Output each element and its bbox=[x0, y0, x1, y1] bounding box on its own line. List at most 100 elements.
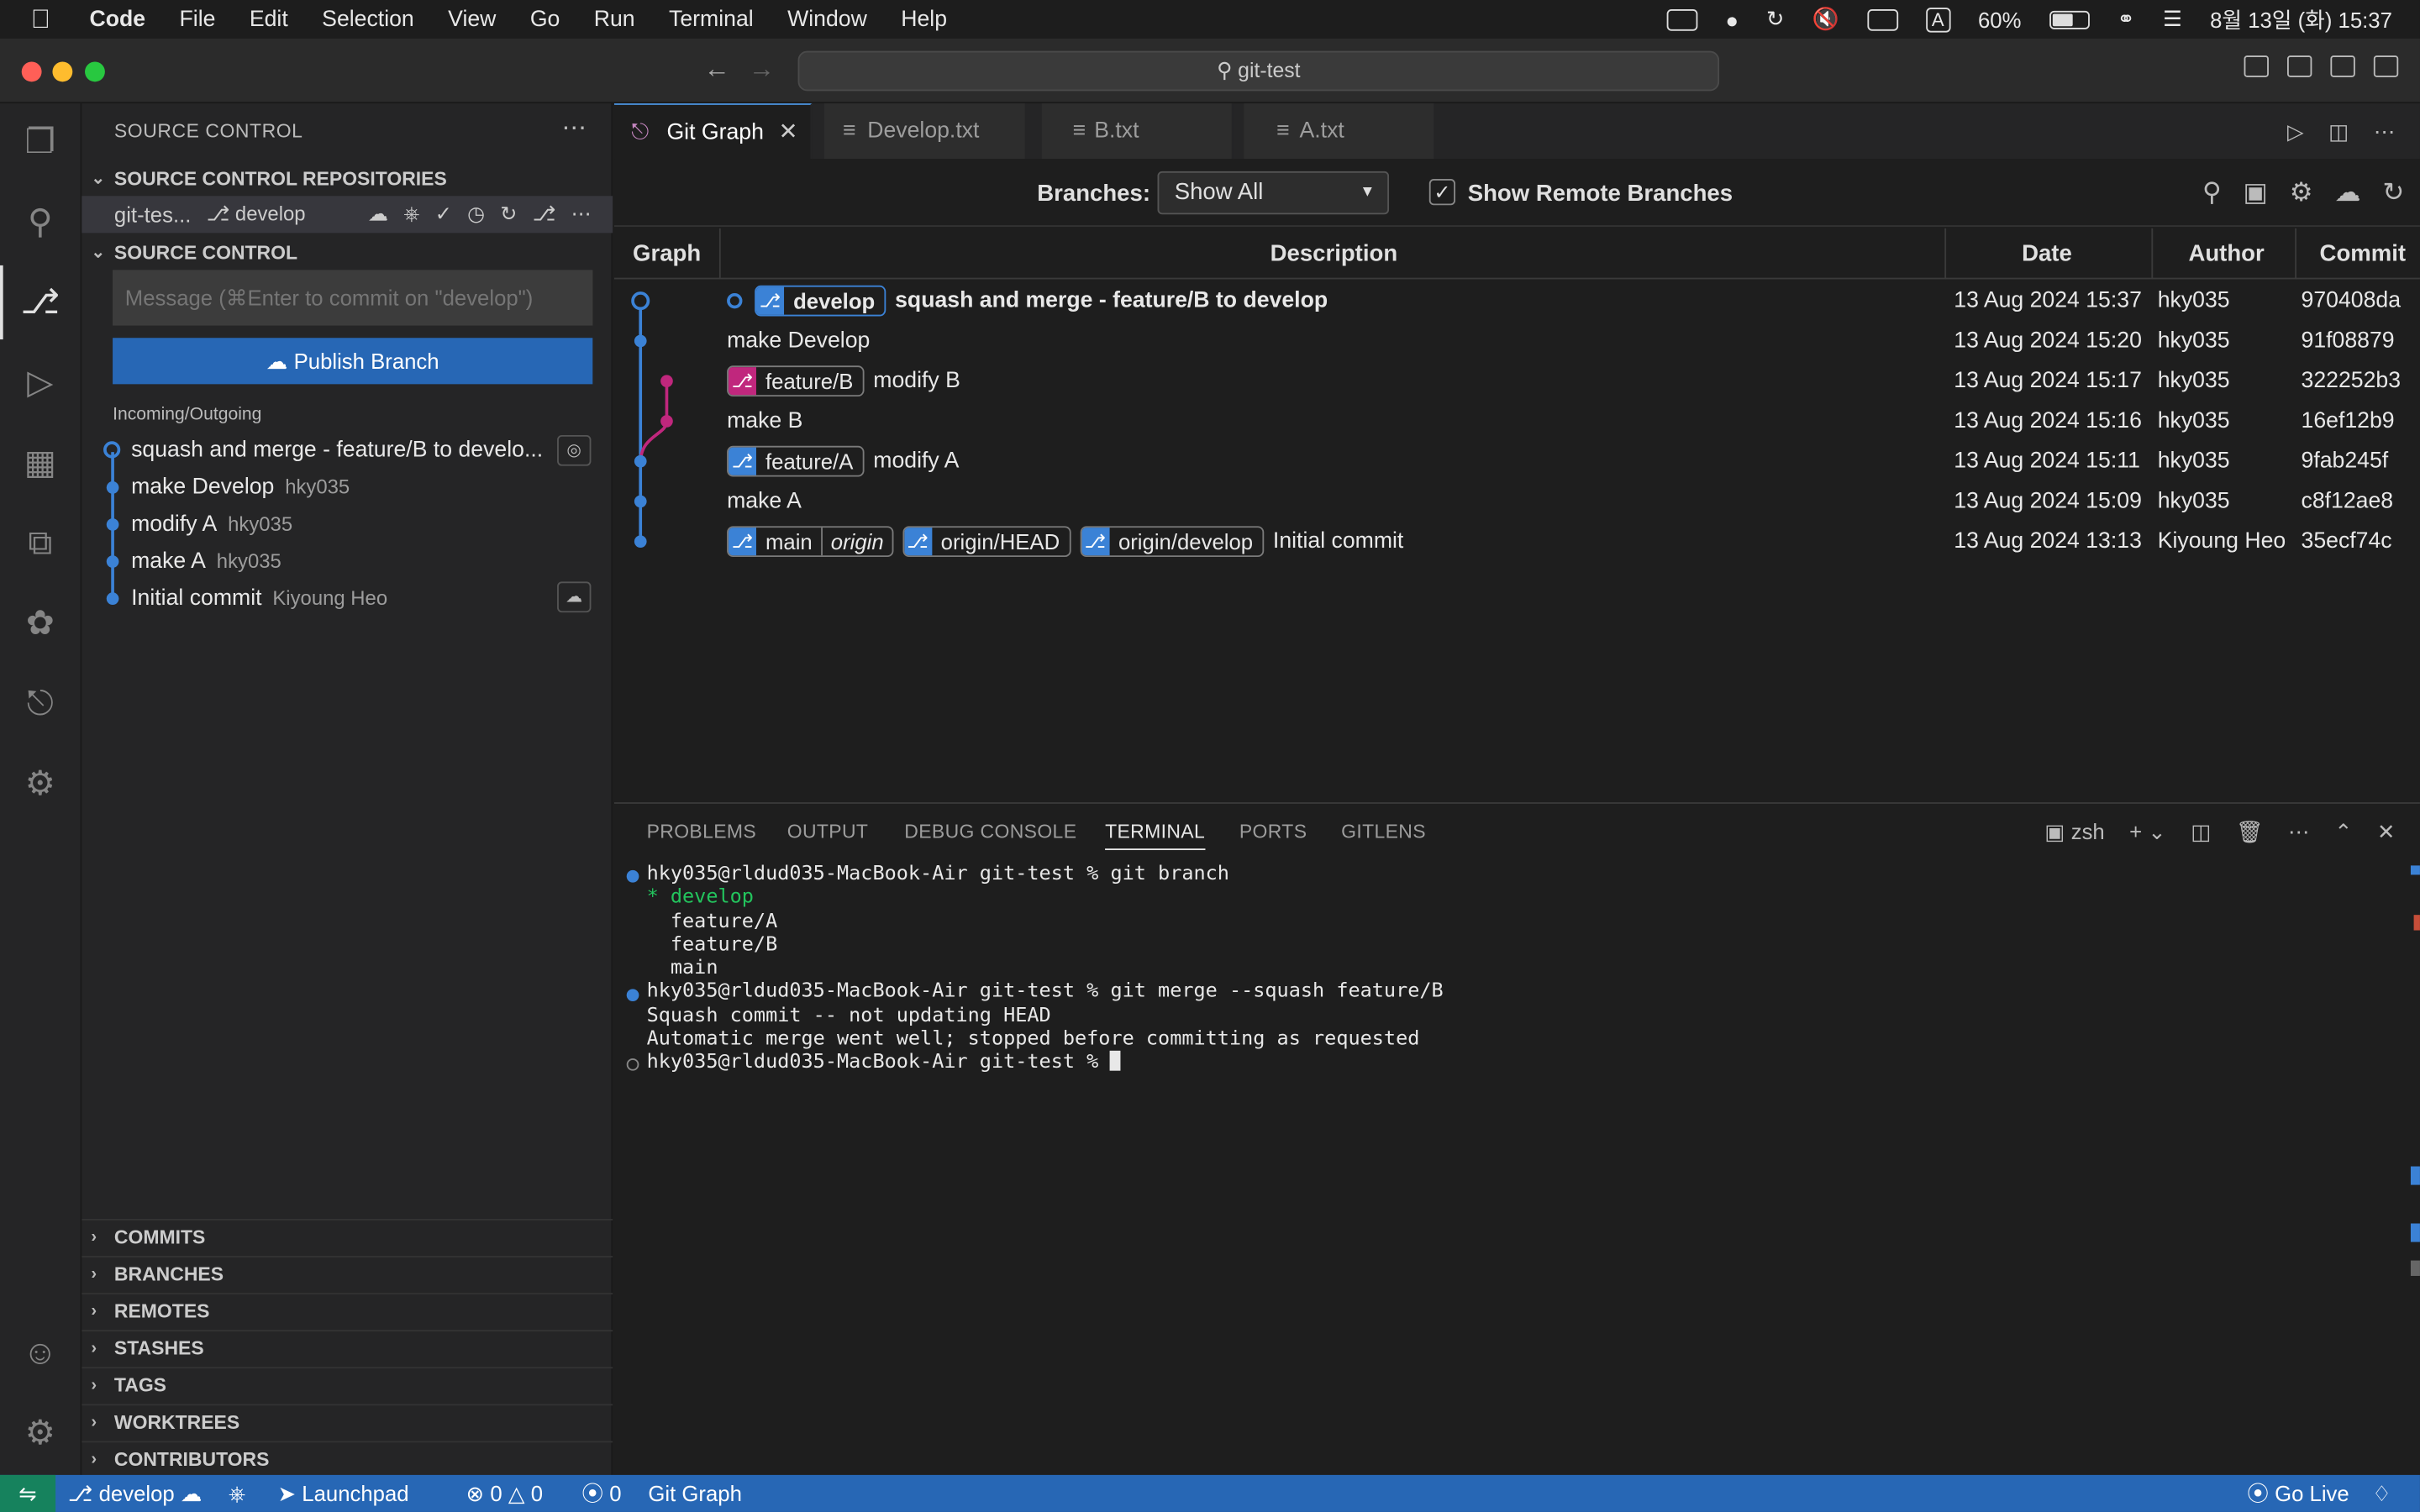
graph-status-icon[interactable]: ⎈ bbox=[229, 1475, 246, 1512]
run-icon[interactable]: ▷ bbox=[2287, 118, 2304, 144]
tab-a[interactable]: ≡ A.txt bbox=[1244, 103, 1436, 160]
tab-terminal[interactable]: TERMINAL bbox=[1105, 821, 1206, 851]
more-actions-icon[interactable]: ⋯ bbox=[562, 113, 587, 144]
column-divider[interactable] bbox=[718, 228, 721, 280]
close-icon[interactable]: ✕ bbox=[778, 105, 797, 160]
status-problems[interactable]: ⊗ 0 △ 0 bbox=[466, 1475, 543, 1512]
terminal-output[interactable]: hky035@rldud035-MacBook-Air git-test % g… bbox=[647, 863, 1444, 1075]
explorer-icon[interactable]: ❐ bbox=[20, 122, 60, 162]
photos-icon[interactable] bbox=[1666, 8, 1698, 30]
col-description[interactable]: Description bbox=[1270, 241, 1398, 267]
publish-branch-button[interactable]: ☁ Publish Branch bbox=[113, 338, 593, 385]
tab-debug-console[interactable]: DEBUG CONSOLE bbox=[904, 821, 1076, 843]
back-arrow-icon[interactable]: ← bbox=[704, 54, 730, 85]
gitlens-icon[interactable]: ⚙ bbox=[20, 764, 60, 804]
menu-app[interactable]: Code bbox=[90, 7, 146, 31]
sc-section-header[interactable]: ⌄ SOURCE CONTROL bbox=[82, 236, 613, 270]
tags-section[interactable]: › TAGS bbox=[82, 1367, 613, 1400]
apple-icon[interactable]:  bbox=[31, 4, 59, 35]
refresh-icon[interactable]: ↻ bbox=[2382, 177, 2404, 208]
branch-ref-origin-develop[interactable]: ⎇ origin/develop bbox=[1080, 526, 1264, 558]
status-branch[interactable]: ⎇ develop ☁ bbox=[68, 1475, 203, 1512]
history-item[interactable]: make Develop hky035 bbox=[82, 469, 613, 506]
commit-row[interactable]: ⎇ main origin ⎇ origin/HEAD ⎇ origin/develop… bbox=[614, 522, 2420, 562]
git-graph-icon[interactable]: ⎋ bbox=[20, 684, 60, 724]
col-graph[interactable]: Graph bbox=[633, 241, 701, 267]
settings-gear-icon[interactable]: ⚙ bbox=[2290, 177, 2313, 208]
col-author[interactable]: Author bbox=[2188, 241, 2264, 267]
graph-icon[interactable]: ⎈ bbox=[403, 202, 419, 227]
commits-section[interactable]: › COMMITS bbox=[82, 1218, 613, 1252]
toggle-sidebar-icon[interactable] bbox=[2244, 55, 2269, 77]
tab-ports[interactable]: PORTS bbox=[1239, 821, 1307, 843]
repo-row[interactable]: git-tes... ⎇ develop ☁ ⎈ ✓ ◷ ↻ ⎇ ⋯ bbox=[82, 196, 613, 234]
customize-layout-icon[interactable] bbox=[2373, 55, 2399, 77]
column-divider[interactable] bbox=[2295, 228, 2297, 280]
commit-row[interactable]: make A 13 Aug 2024 15:09 hky035 c8f12ae8 bbox=[614, 481, 2420, 522]
commit-row[interactable]: ⎇ feature/A modify A 13 Aug 2024 15:11 hk… bbox=[614, 441, 2420, 481]
branch-ref-main[interactable]: ⎇ main origin bbox=[727, 526, 893, 558]
commit-row[interactable]: ⎇ feature/B modify B 13 Aug 2024 15:17 hk… bbox=[614, 361, 2420, 402]
menu-file[interactable]: File bbox=[180, 7, 216, 31]
zoom-window-button[interactable] bbox=[85, 61, 105, 82]
status-launchpad[interactable]: ➤ Launchpad bbox=[278, 1475, 409, 1512]
maximize-panel-icon[interactable]: ⌃ bbox=[2334, 819, 2353, 845]
contributors-section[interactable]: › CONTRIBUTORS bbox=[82, 1441, 613, 1474]
column-divider[interactable] bbox=[1944, 228, 1947, 280]
extensions-icon[interactable]: ▦ bbox=[20, 443, 60, 483]
scrollbar-thumb[interactable] bbox=[2410, 1260, 2420, 1276]
show-remote-label[interactable]: Show Remote Branches bbox=[1468, 181, 1733, 207]
split-terminal-icon[interactable]: ◫ bbox=[2191, 819, 2211, 845]
figma-icon[interactable]: ✿ bbox=[20, 603, 60, 643]
commit-message-input[interactable] bbox=[113, 270, 593, 326]
refresh-icon[interactable]: ↻ bbox=[500, 202, 517, 227]
commit-check-icon[interactable]: ✓ bbox=[435, 202, 452, 227]
cloud-icon[interactable]: ☁ bbox=[557, 581, 592, 613]
branch-ref-feature-b[interactable]: ⎇ feature/B bbox=[727, 365, 865, 397]
command-center[interactable]: ⚲ git-test bbox=[797, 50, 1720, 92]
sync-icon[interactable]: ↻ bbox=[1766, 6, 1785, 32]
menu-terminal[interactable]: Terminal bbox=[669, 7, 754, 31]
cloud-upload-icon[interactable]: ☁ bbox=[368, 202, 388, 227]
terminal-shell[interactable]: ▣ zsh bbox=[2044, 819, 2104, 845]
close-window-button[interactable] bbox=[21, 61, 42, 82]
menu-help[interactable]: Help bbox=[901, 7, 947, 31]
control-center-icon[interactable]: ☰ bbox=[2163, 6, 2182, 32]
history-item[interactable]: Initial commit Kiyoung Heo bbox=[82, 580, 613, 617]
new-terminal-icon[interactable]: + ⌄ bbox=[2129, 819, 2166, 845]
status-ports[interactable]: ⦿ 0 bbox=[581, 1475, 621, 1512]
branches-select[interactable]: Show All ▼ bbox=[1157, 171, 1390, 215]
history-item[interactable]: modify A hky035 bbox=[82, 506, 613, 543]
run-debug-icon[interactable]: ▷ bbox=[20, 363, 60, 403]
col-commit[interactable]: Commit bbox=[2320, 241, 2407, 267]
search-icon[interactable]: ⚲ bbox=[2202, 177, 2222, 208]
split-editor-icon[interactable]: ◫ bbox=[2328, 118, 2349, 144]
menu-edit[interactable]: Edit bbox=[250, 7, 288, 31]
menu-run[interactable]: Run bbox=[594, 7, 635, 31]
mute-icon[interactable]: 🔇 bbox=[1812, 6, 1839, 32]
remotes-section[interactable]: › REMOTES bbox=[82, 1293, 613, 1326]
forward-arrow-icon[interactable]: → bbox=[749, 54, 775, 85]
source-control-icon[interactable]: ⎇ bbox=[20, 282, 60, 323]
chat-icon[interactable]: ● bbox=[1725, 7, 1739, 31]
history-item[interactable]: make A hky035 bbox=[82, 543, 613, 580]
bell-icon[interactable]: ♢ bbox=[2372, 1475, 2391, 1512]
more-actions-icon[interactable]: ⋯ bbox=[2374, 118, 2396, 144]
target-icon[interactable]: ◎ bbox=[557, 434, 592, 466]
branch-ref-origin-head[interactable]: ⎇ origin/HEAD bbox=[902, 526, 1071, 558]
fetch-cloud-icon[interactable]: ☁ bbox=[2334, 177, 2360, 208]
close-panel-icon[interactable]: ✕ bbox=[2377, 819, 2396, 845]
history-item[interactable]: squash and merge - feature/B to develo..… bbox=[82, 432, 613, 469]
tab-develop[interactable]: ≡ Develop.txt bbox=[823, 103, 1027, 160]
tab-gitlens[interactable]: GITLENS bbox=[1341, 821, 1426, 843]
commit-row[interactable]: make B 13 Aug 2024 15:16 hky035 16ef12b9 bbox=[614, 402, 2420, 442]
branch-graph-icon[interactable]: ⎇ bbox=[533, 202, 556, 227]
status-git-graph[interactable]: Git Graph bbox=[648, 1475, 741, 1512]
remote-indicator-icon[interactable]: ⇋ bbox=[0, 1474, 56, 1512]
show-remote-checkbox[interactable]: ✓ bbox=[1428, 179, 1456, 206]
clock[interactable]: 8월 13일 (화) 15:37 bbox=[2210, 4, 2392, 35]
trash-icon[interactable]: 🗑 bbox=[2236, 819, 2264, 845]
stashes-section[interactable]: › STASHES bbox=[82, 1330, 613, 1363]
commit-row[interactable]: make Develop 13 Aug 2024 15:20 hky035 91… bbox=[614, 321, 2420, 361]
branch-ref-develop[interactable]: ⎇ develop bbox=[755, 285, 886, 317]
